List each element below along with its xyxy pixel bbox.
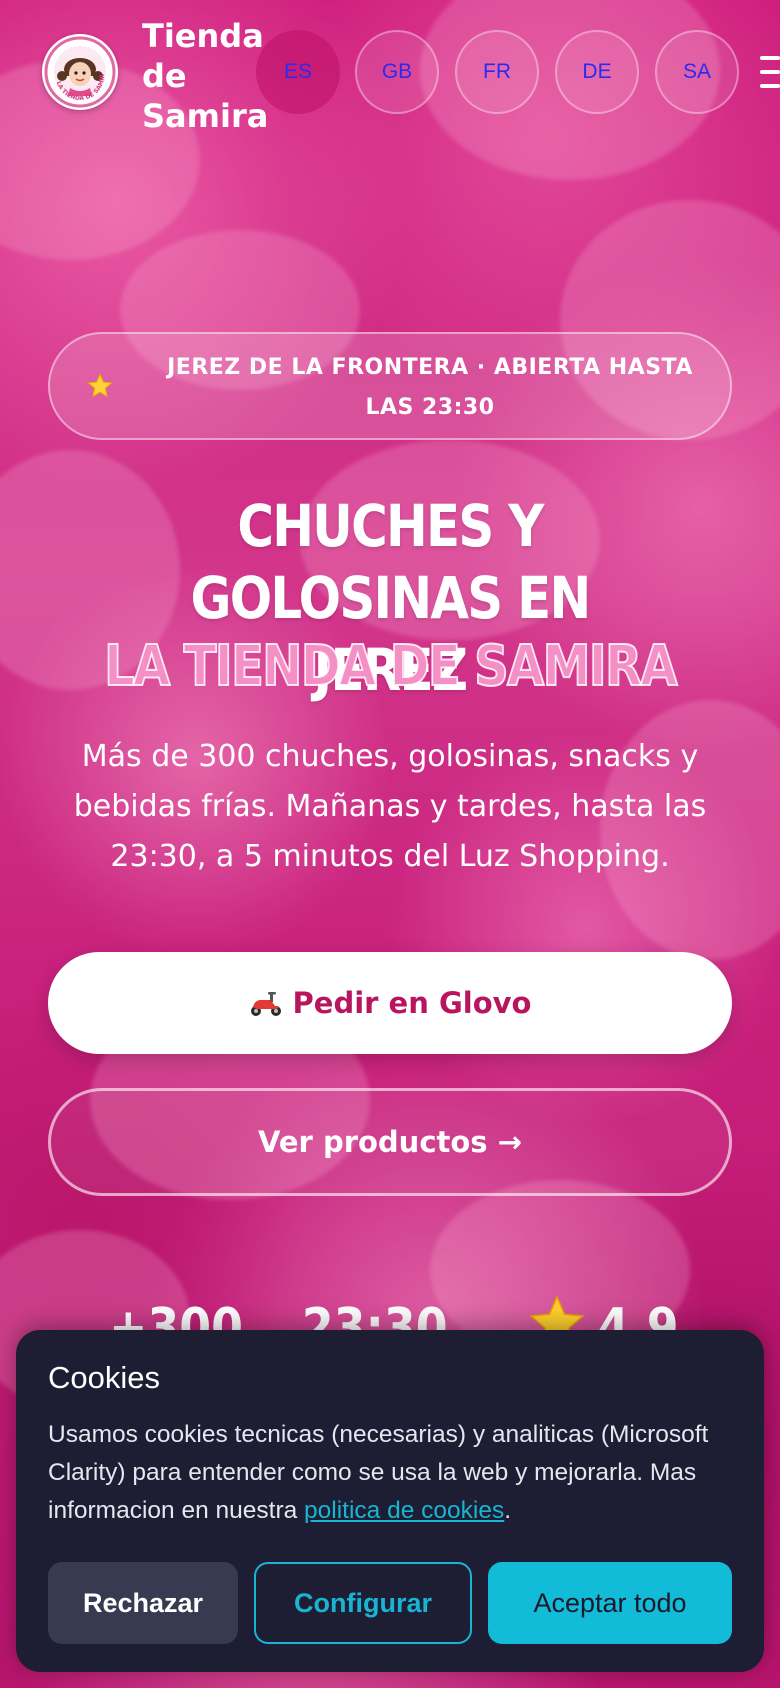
location-line: JEREZ DE LA FRONTERA · ABIERTA HASTA — [167, 355, 693, 380]
description-line: 23:30, a 5 minutos del Luz Shopping. — [110, 839, 670, 874]
hero-subtitle: LA TIENDA DE SAMIRA — [103, 633, 678, 700]
lang-code: DE — [582, 60, 612, 83]
accept-all-cookies-button[interactable]: Aceptar todo — [488, 1562, 732, 1644]
configure-cookies-button[interactable]: Configurar — [254, 1562, 472, 1644]
brand-line: Samira — [142, 97, 269, 135]
brand-name[interactable]: Tienda de Samira — [142, 16, 269, 136]
site-header: LA TIENDA DE SAMIRA Tienda de Samira ES … — [0, 0, 780, 150]
hamburger-icon[interactable] — [760, 52, 780, 92]
hero-title-line: CHUCHES Y GOLOSINAS EN — [190, 492, 591, 632]
scooter-icon — [250, 992, 281, 1016]
location-text: JEREZ DE LA FRONTERA · ABIERTA HASTA LAS… — [150, 348, 710, 428]
lang-es-button[interactable]: ES — [256, 30, 340, 114]
order-glovo-button[interactable]: Pedir en Glovo — [48, 952, 732, 1054]
reject-cookies-button[interactable]: Rechazar — [48, 1562, 238, 1644]
lang-code: SA — [682, 60, 711, 83]
lang-gb-button[interactable]: GB — [355, 30, 439, 114]
view-products-button[interactable]: Ver productos → — [48, 1088, 732, 1196]
store-logo[interactable]: LA TIENDA DE SAMIRA — [42, 34, 118, 110]
cookie-text-suffix: . — [504, 1497, 512, 1524]
lang-code: FR — [483, 60, 511, 83]
description-line: Más de 300 chuches, golosinas, snacks y — [81, 739, 699, 774]
hero-description: Más de 300 chuches, golosinas, snacks y … — [40, 732, 740, 882]
cookie-title: Cookies — [48, 1360, 160, 1395]
location-hours-badge: JEREZ DE LA FRONTERA · ABIERTA HASTA LAS… — [48, 332, 732, 440]
cookie-text-line: Usamos cookies tecnicas (necesarias) y a… — [48, 1421, 709, 1448]
cookie-text-line: Clarity) para entender como se usa la we… — [48, 1459, 697, 1486]
star-icon — [87, 373, 113, 398]
brand-line: de — [142, 57, 187, 95]
lang-sa-button[interactable]: SA — [655, 30, 739, 114]
glovo-button-label: Pedir en Glovo — [292, 986, 532, 1020]
cookie-policy-link[interactable]: politica de cookies — [304, 1497, 504, 1524]
cookie-banner: Cookies Usamos cookies tecnicas (necesar… — [16, 1330, 764, 1672]
cookie-text-prefix: informacion en nuestra — [48, 1497, 305, 1524]
lang-de-button[interactable]: DE — [555, 30, 639, 114]
lang-code: ES — [283, 60, 312, 83]
lang-fr-button[interactable]: FR — [455, 30, 539, 114]
brand-line: Tienda — [142, 17, 264, 55]
products-button-label: Ver productos → — [258, 1125, 522, 1159]
lang-code: GB — [381, 60, 413, 83]
girl-avatar-icon: LA TIENDA DE SAMIRA — [44, 36, 116, 108]
cookie-description: Usamos cookies tecnicas (necesarias) y a… — [48, 1416, 748, 1530]
description-line: bebidas frías. Mañanas y tardes, hasta l… — [73, 789, 707, 824]
cookie-text-line: informacion en nuestra politica de cooki… — [48, 1492, 748, 1530]
location-line: LAS 23:30 — [365, 395, 495, 420]
